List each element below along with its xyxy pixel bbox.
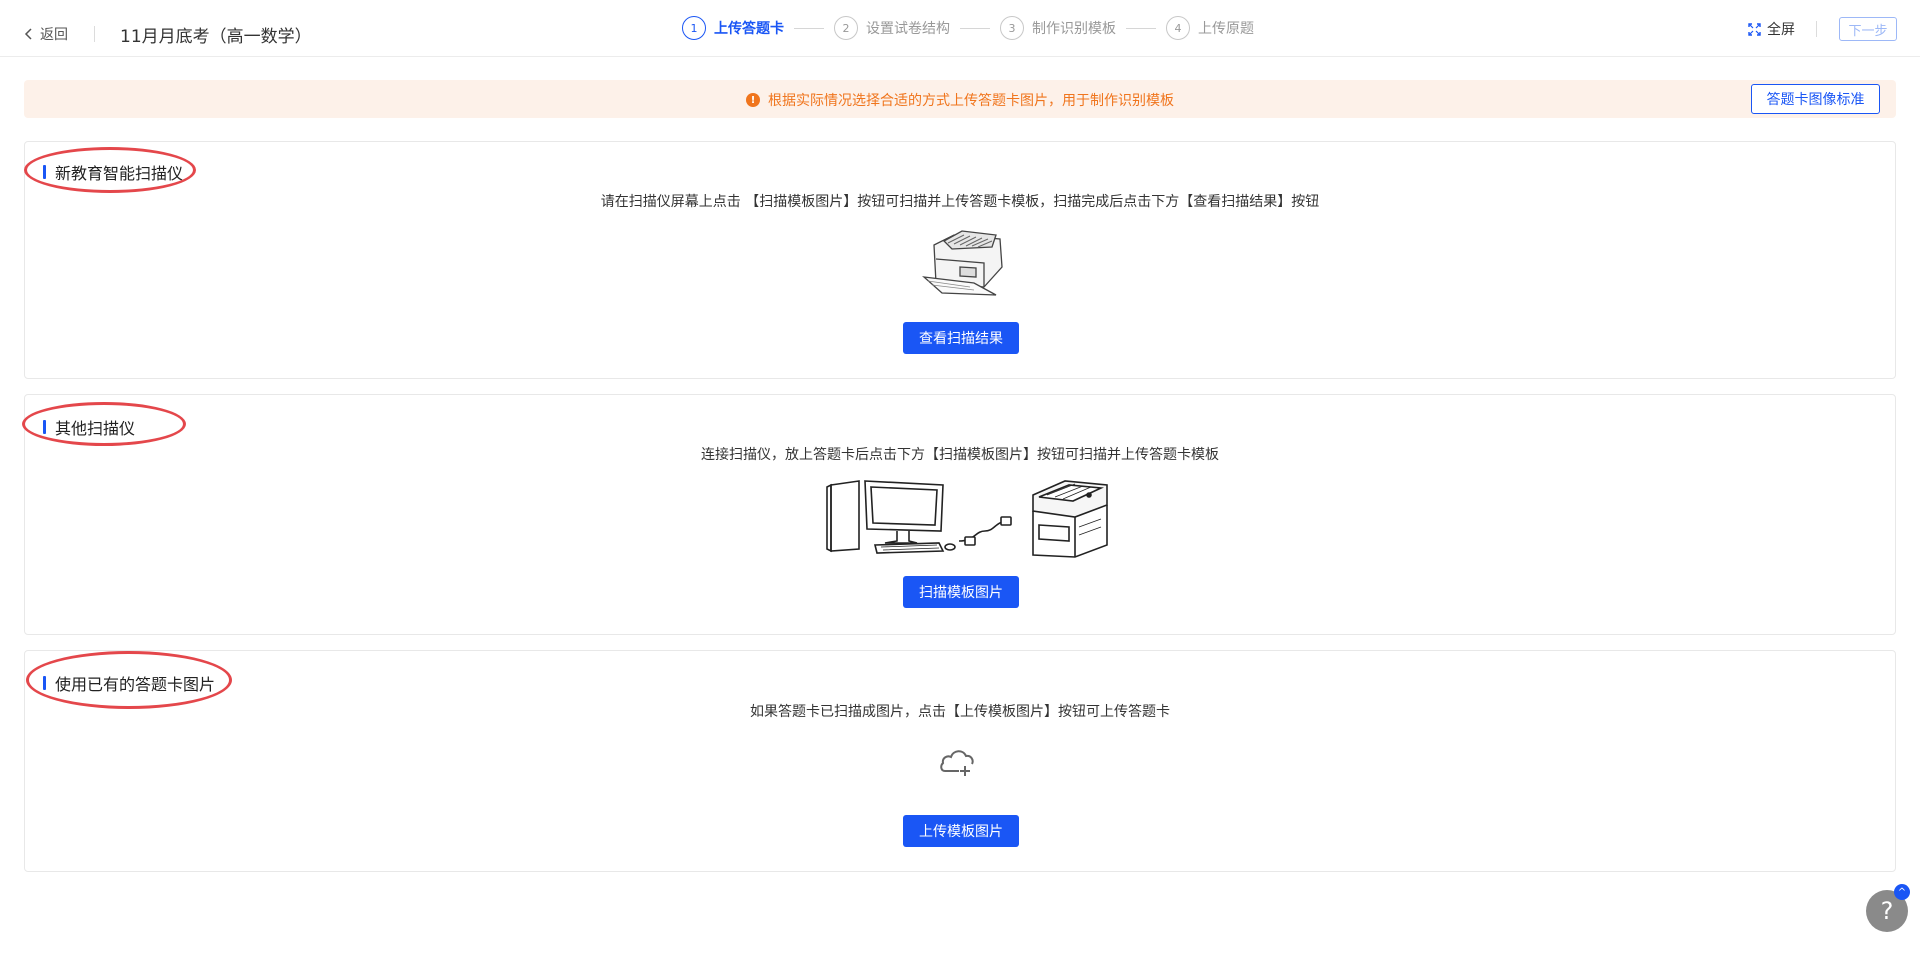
scanner-icon [922,230,1003,296]
step-indicator: 1 上传答题卡 2 设置试卷结构 3 制作识别模板 4 上传原题 [682,16,1254,40]
notice-text: 根据实际情况选择合适的方式上传答题卡图片，用于制作识别模板 [768,93,1174,109]
step-label: 制作识别模板 [1032,21,1116,37]
top-bar: 返回 11月月底考（高一数学） 1 上传答题卡 2 设置试卷结构 3 制作识别模… [0,0,1920,57]
back-button[interactable]: 返回 [24,24,68,44]
cloud-upload-icon [940,750,974,776]
computer-scanner-icon [826,480,1108,558]
section-existing-images: 使用已有的答题卡图片 如果答题卡已扫描成图片，点击【上传模板图片】按钮可上传答题… [24,650,1896,872]
step-connector [960,27,990,29]
section-description: 连接扫描仪，放上答题卡后点击下方【扫描模板图片】按钮可扫描并上传答题卡模板 [701,447,1219,463]
upload-template-button[interactable]: 上传模板图片 [903,815,1019,847]
step-number: 2 [834,16,858,40]
step-3: 3 制作识别模板 [1000,16,1116,40]
next-step-button[interactable]: 下一步 [1839,17,1897,41]
notice-banner: ! 根据实际情况选择合适的方式上传答题卡图片，用于制作识别模板 答题卡图像标准 [24,80,1896,118]
annotation-ellipse [22,402,186,446]
chevron-up-icon[interactable]: ^ [1894,884,1910,900]
step-1: 1 上传答题卡 [682,16,784,40]
step-connector [1126,27,1156,29]
view-scan-result-button[interactable]: 查看扫描结果 [903,322,1019,354]
step-number: 4 [1166,16,1190,40]
step-label: 上传原题 [1198,21,1254,37]
divider [94,26,95,42]
step-label: 上传答题卡 [714,21,784,37]
fullscreen-label: 全屏 [1767,22,1795,38]
step-number: 1 [682,16,706,40]
annotation-ellipse [24,147,196,193]
section-description: 请在扫描仪屏幕上点击 【扫描模板图片】按钮可扫描并上传答题卡模板，扫描完成后点击… [600,194,1320,210]
step-number: 3 [1000,16,1024,40]
section-description: 如果答题卡已扫描成图片，点击【上传模板图片】按钮可上传答题卡 [750,704,1170,720]
exam-title: 11月月底考（高一数学） [120,27,312,47]
fullscreen-button[interactable]: 全屏 [1748,19,1795,39]
step-2: 2 设置试卷结构 [834,16,950,40]
step-4: 4 上传原题 [1166,16,1254,40]
annotation-ellipse [26,651,232,709]
scan-template-button[interactable]: 扫描模板图片 [903,576,1019,608]
warning-icon: ! [746,93,760,107]
step-label: 设置试卷结构 [866,21,950,37]
section-other-scanner: 其他扫描仪 连接扫描仪，放上答题卡后点击下方【扫描模板图片】按钮可扫描并上传答题… [24,394,1896,635]
image-standard-button[interactable]: 答题卡图像标准 [1751,84,1880,114]
notice-content: ! 根据实际情况选择合适的方式上传答题卡图片，用于制作识别模板 [24,90,1896,110]
step-connector [794,27,824,29]
expand-icon [1748,22,1761,36]
section-smart-scanner: 新教育智能扫描仪 请在扫描仪屏幕上点击 【扫描模板图片】按钮可扫描并上传答题卡模… [24,141,1896,379]
divider [1816,21,1817,37]
chevron-left-icon [24,28,32,40]
back-label: 返回 [40,27,68,43]
